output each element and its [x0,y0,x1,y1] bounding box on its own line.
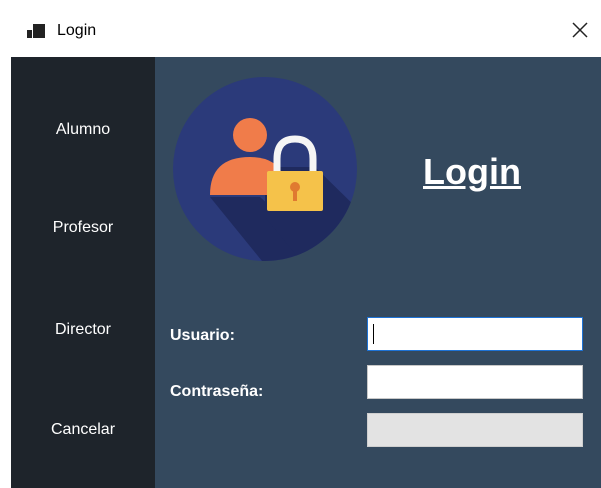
title-bar: Login [0,0,601,57]
usuario-label: Usuario: [170,327,235,344]
disabled-input [367,413,583,447]
page-title: Login [423,151,521,192]
contrasena-label: Contraseña: [170,383,264,400]
sidebar-item-alumno[interactable]: Alumno [11,119,155,141]
sidebar: Alumno Profesor Director Cancelar [11,57,155,488]
close-icon[interactable] [566,16,594,44]
app-icon [27,24,45,38]
sidebar-item-director[interactable]: Director [11,319,155,341]
contrasena-input[interactable] [367,365,583,399]
sidebar-item-cancelar[interactable]: Cancelar [11,419,155,441]
usuario-input[interactable] [367,317,583,351]
text-caret [373,324,374,344]
sidebar-item-profesor[interactable]: Profesor [11,217,155,239]
window-title: Login [57,22,97,39]
user-lock-icon [173,77,357,261]
